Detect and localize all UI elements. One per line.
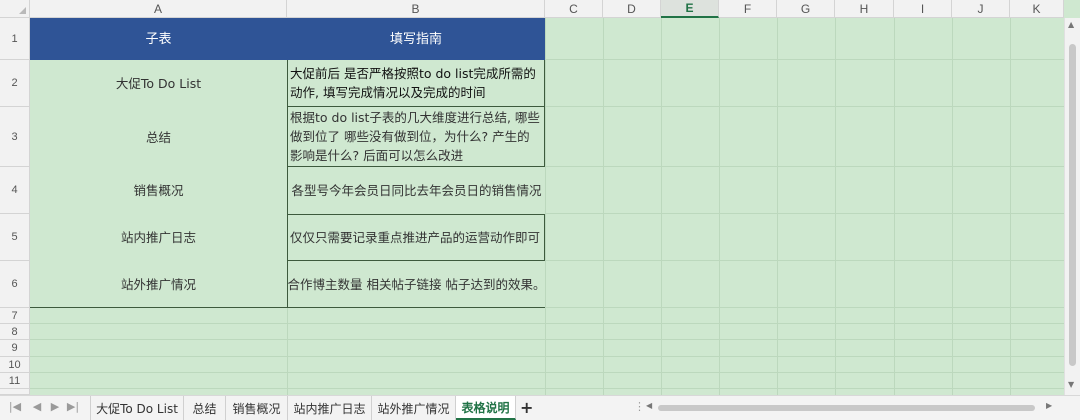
tab-label: 大促To Do List	[96, 401, 178, 416]
sheet-tab-bar: |◀ ◀ ▶ ▶| 大促To Do List 总结 销售概况 站内推广日志 站外…	[0, 395, 1080, 420]
row-header-10[interactable]: 10	[0, 357, 30, 373]
vertical-scroll-thumb[interactable]	[1069, 44, 1076, 366]
cell-a3[interactable]: 总结	[30, 107, 287, 167]
tab-label: 销售概况	[232, 401, 281, 416]
tab-dacu-todo-list[interactable]: 大促To Do List	[90, 396, 184, 420]
gridline	[30, 339, 1064, 340]
sheet-name: 大促To Do List	[115, 76, 202, 91]
column-header-g[interactable]: G	[777, 0, 835, 18]
tab-offsite-promo[interactable]: 站外推广情况	[372, 396, 456, 420]
guide-text: 合作博主数量 相关帖子链接 帖子达到的效果。	[287, 276, 546, 292]
row-header-7[interactable]: 7	[0, 308, 30, 324]
select-all-triangle-icon	[19, 7, 26, 14]
tab-onsite-promo-log[interactable]: 站内推广日志	[288, 396, 372, 420]
scroll-down-icon[interactable]: ▼	[1068, 380, 1074, 389]
scroll-left-icon[interactable]: ◀	[646, 401, 652, 410]
tab-label: 站内推广日志	[293, 401, 366, 416]
table-header-sheet: 子表	[145, 31, 172, 47]
prev-sheet-icon[interactable]: ◀	[30, 400, 44, 413]
gridline	[287, 308, 288, 395]
first-sheet-icon[interactable]: |◀	[8, 400, 22, 413]
table-header-guide: 填写指南	[389, 31, 442, 47]
row-header-4[interactable]: 4	[0, 167, 30, 214]
spreadsheet-grid[interactable]: A B C D E F G H I J K 1 2 3 4 5 6 7 8 9 …	[0, 0, 1080, 395]
cell-b3[interactable]: 根据to do list子表的几大维度进行总结, 哪些做到位了 哪些没有做到位，…	[287, 107, 545, 167]
row-header-9[interactable]: 9	[0, 340, 30, 357]
cell-b1[interactable]: 填写指南	[287, 18, 545, 60]
sheet-name: 总结	[145, 129, 171, 145]
tab-sales-overview[interactable]: 销售概况	[226, 396, 288, 420]
column-header-a[interactable]: A	[30, 0, 287, 18]
guide-text: 各型号今年会员日同比去年会员日的销售情况	[291, 183, 542, 198]
cell-b2[interactable]: 大促前后 是否严格按照to do list完成所需的动作, 填写完成情况以及完成…	[287, 60, 545, 107]
column-header-d[interactable]: D	[603, 0, 661, 18]
next-sheet-icon[interactable]: ▶	[48, 400, 62, 413]
horizontal-scrollbar[interactable]: ◀ ▶	[646, 400, 1060, 416]
row-header-1[interactable]: 1	[0, 18, 30, 60]
row-header-11[interactable]: 11	[0, 373, 30, 389]
row-header-6[interactable]: 6	[0, 261, 30, 308]
add-sheet-icon[interactable]: +	[520, 398, 533, 417]
column-header-c[interactable]: C	[545, 0, 603, 18]
guide-text: 仅仅只需要记录重点推进产品的运营动作即可	[290, 230, 541, 245]
guide-text: 根据to do list子表的几大维度进行总结, 哪些做到位了 哪些没有做到位，…	[290, 110, 540, 163]
sheet-name: 站内推广日志	[120, 230, 196, 245]
cell-b4[interactable]: 各型号今年会员日同比去年会员日的销售情况	[287, 167, 545, 214]
sheet-name: 站外推广情况	[120, 276, 196, 292]
column-header-b[interactable]: B	[287, 0, 545, 18]
guide-text: 大促前后 是否严格按照to do list完成所需的动作, 填写完成情况以及完成…	[290, 66, 536, 100]
gridline	[30, 372, 1064, 373]
column-header-j[interactable]: J	[952, 0, 1010, 18]
tab-split-handle-icon[interactable]: ⋮	[634, 400, 645, 413]
cell-a5[interactable]: 站内推广日志	[30, 214, 287, 261]
cell-a6[interactable]: 站外推广情况	[30, 261, 287, 308]
column-header-i[interactable]: I	[894, 0, 952, 18]
select-all-corner[interactable]	[0, 0, 30, 18]
tab-table-instructions[interactable]: 表格说明	[456, 396, 516, 420]
tab-label: 站外推广情况	[377, 401, 450, 416]
column-header-e[interactable]: E	[661, 0, 719, 18]
column-header-k[interactable]: K	[1010, 0, 1064, 18]
column-header-h[interactable]: H	[835, 0, 894, 18]
tab-summary[interactable]: 总结	[184, 396, 226, 420]
cell-a2[interactable]: 大促To Do List	[30, 60, 287, 107]
gridline	[30, 356, 1064, 357]
horizontal-scroll-thumb[interactable]	[658, 405, 1035, 411]
cell-b5[interactable]: 仅仅只需要记录重点推进产品的运营动作即可	[287, 214, 545, 261]
row-header-5[interactable]: 5	[0, 214, 30, 261]
column-header-f[interactable]: F	[719, 0, 777, 18]
row-header-8[interactable]: 8	[0, 324, 30, 340]
scroll-right-icon[interactable]: ▶	[1046, 401, 1052, 410]
gridline	[30, 323, 1064, 324]
row-header-2[interactable]: 2	[0, 60, 30, 107]
row-header-3[interactable]: 3	[0, 107, 30, 167]
sheet-name: 销售概况	[133, 183, 184, 198]
cell-a4[interactable]: 销售概况	[30, 167, 287, 214]
scroll-up-icon[interactable]: ▲	[1068, 20, 1074, 29]
last-sheet-icon[interactable]: ▶|	[66, 400, 80, 413]
tab-label: 总结	[192, 401, 217, 416]
cell-b6[interactable]: 合作博主数量 相关帖子链接 帖子达到的效果。	[287, 261, 545, 308]
gridline	[30, 388, 1064, 389]
cell-a1[interactable]: 子表	[30, 18, 287, 60]
vertical-scrollbar[interactable]: ▲ ▼	[1064, 18, 1080, 395]
tab-label: 表格说明	[461, 400, 510, 415]
